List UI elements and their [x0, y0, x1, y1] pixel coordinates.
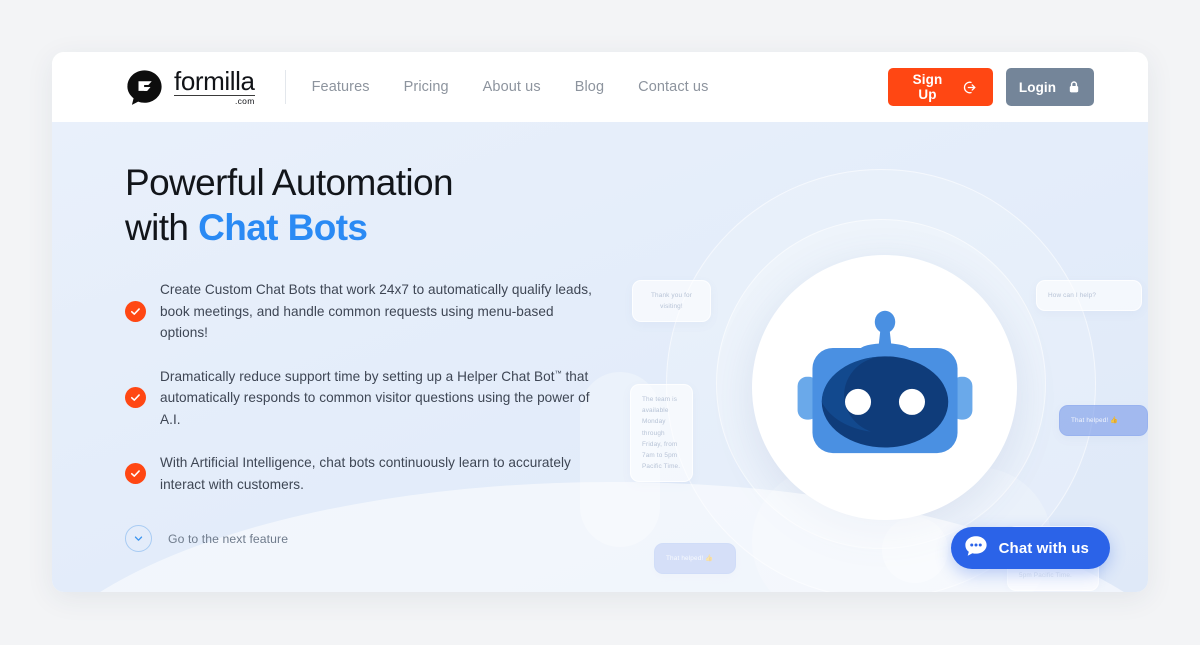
nav-item-pricing[interactable]: Pricing — [404, 79, 449, 95]
sign-in-arrow-icon — [962, 80, 977, 95]
brand-tld: .com — [174, 95, 255, 106]
next-feature-label: Go to the next feature — [168, 531, 289, 546]
feature-text: Create Custom Chat Bots that work 24x7 t… — [160, 282, 592, 341]
brand-logo[interactable]: formilla .com — [126, 68, 255, 106]
login-button[interactable]: Login — [1006, 68, 1094, 106]
floating-bubble-hours-left: The team is available Monday through Fri… — [630, 384, 693, 483]
login-label: Login — [1018, 79, 1057, 95]
check-circle-icon — [125, 300, 146, 322]
feature-text: Dramatically reduce support time by sett… — [160, 366, 595, 430]
brand-name: formilla — [174, 66, 255, 97]
check-circle-icon — [125, 387, 146, 409]
chevron-down-icon[interactable] — [125, 525, 152, 552]
nav-item-about-us[interactable]: About us — [483, 79, 541, 95]
feature-item: With Artificial Intelligence, chat bots … — [125, 452, 595, 495]
floating-bubble-how-can-i-help: How can I help? — [1036, 280, 1142, 312]
chat-bubble-dots-icon — [964, 534, 988, 563]
feature-item: Dramatically reduce support time by sett… — [125, 366, 595, 430]
site-header: formilla .com Features Pricing About us … — [52, 52, 1148, 122]
floating-bubble-helped-right: That helped! 👍 — [1059, 405, 1148, 437]
header-divider — [284, 70, 286, 104]
feature-list: Create Custom Chat Bots that work 24x7 t… — [125, 279, 595, 495]
chat-with-us-widget[interactable]: Chat with us — [950, 527, 1110, 569]
page-card: formilla .com Features Pricing About us … — [52, 52, 1148, 592]
lock-icon — [1067, 80, 1081, 94]
headline-line-1: Powerful Automation — [125, 162, 454, 203]
nav-item-features[interactable]: Features — [312, 79, 370, 95]
hero-copy: Powerful Automation with Chat Bots Creat… — [125, 160, 595, 552]
feature-text: With Artificial Intelligence, chat bots … — [160, 455, 571, 492]
nav-item-blog[interactable]: Blog — [575, 79, 604, 95]
sign-up-label: Sign Up — [912, 72, 943, 102]
main-nav: Features Pricing About us Blog Contact u… — [312, 79, 709, 95]
headline-line-2-prefix: with — [125, 207, 199, 249]
next-feature-control[interactable]: Go to the next feature — [125, 525, 595, 552]
feature-text-before: Dramatically reduce support time by sett… — [160, 368, 555, 384]
check-circle-icon — [125, 463, 146, 485]
feature-item: Create Custom Chat Bots that work 24x7 t… — [125, 279, 595, 343]
chat-widget-label: Chat with us — [998, 539, 1089, 557]
speech-bubble-f-logo-icon — [126, 69, 163, 106]
floating-bubble-thanks-top: Thank you for visiting! — [632, 280, 711, 323]
headline-accent: Chat Bots — [198, 207, 368, 249]
header-actions: Sign Up Login — [888, 68, 1094, 106]
robot-avatar — [752, 255, 1017, 520]
sign-up-button[interactable]: Sign Up — [888, 68, 993, 106]
hero-section: Thank you for visiting! How can I help? … — [52, 122, 1148, 592]
nav-item-contact-us[interactable]: Contact us — [638, 79, 708, 95]
trademark-symbol: ™ — [554, 370, 562, 378]
page-title: Powerful Automation with Chat Bots — [125, 160, 595, 250]
